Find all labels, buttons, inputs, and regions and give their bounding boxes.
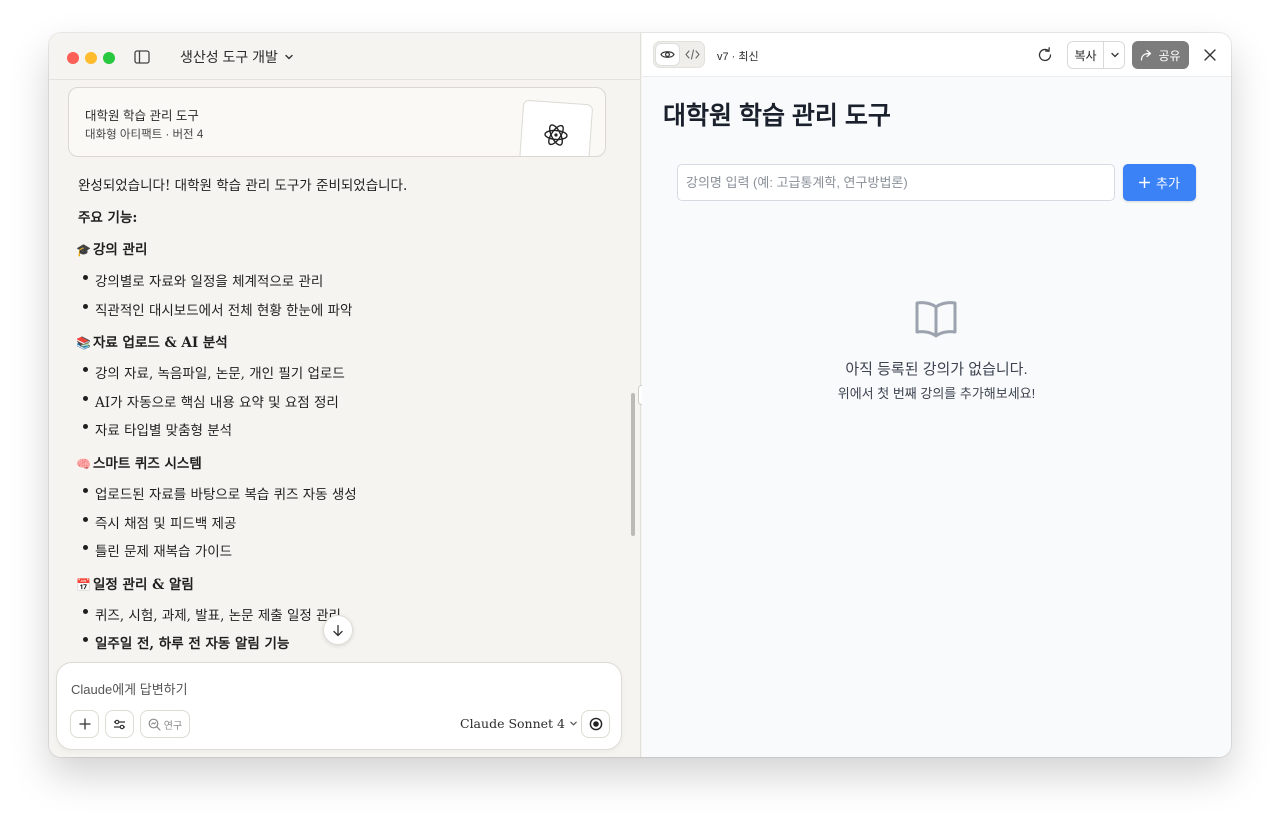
page-title: 대학원 학습 관리 도구: [663, 102, 891, 130]
assistant-message: 완성되었습니다! 대학원 학습 관리 도구가 준비되었습니다. 주요 기능: 🎓…: [49, 161, 641, 653]
copy-options-button[interactable]: [1104, 42, 1125, 68]
calendar-icon: 📅: [76, 578, 91, 592]
list-item: 틀린 문제 재복습 가이드: [95, 544, 233, 560]
chevron-down-icon: [570, 721, 577, 726]
list-item: AI가 자동으로 핵심 내용 요약 및 요점 정리: [95, 395, 339, 411]
artifact-thumbnail: [518, 99, 594, 156]
list-item: 퀴즈, 시험, 과제, 발표, 논문 제출 일정 관리: [95, 608, 341, 624]
model-name: Claude Sonnet 4: [460, 716, 565, 731]
plus-icon: [78, 718, 91, 730]
artifact-card-subtitle: 대화형 아티팩트 · 버전 4: [85, 129, 204, 141]
message-intro: 완성되었습니다! 대학원 학습 관리 도구가 준비되었습니다.: [78, 178, 408, 194]
code-toggle-button[interactable]: [681, 44, 704, 65]
voice-mode-button[interactable]: [581, 710, 610, 738]
list-item: 업로드된 자료를 바탕으로 복습 퀴즈 자동 생성: [95, 487, 357, 503]
chat-titlebar: 생산성 도구 개발: [49, 33, 641, 80]
minimize-window-button[interactable]: [85, 52, 97, 64]
record-icon: [589, 717, 602, 731]
list-item: 강의별로 자료와 일정을 체계적으로 관리: [95, 274, 324, 290]
sidebar-toggle-icon[interactable]: [134, 50, 150, 64]
course-name-input[interactable]: 강의명 입력 (예: 고급통계학, 연구방법론): [677, 164, 1115, 201]
message-composer[interactable]: Claude에게 답변하기 연구 Claude Sonnet 4: [56, 662, 622, 750]
copy-button-group: 복사: [1067, 41, 1125, 69]
bullet-dot: [83, 396, 88, 401]
list-item: 강의 자료, 녹음파일, 논문, 개인 필기 업로드: [95, 366, 345, 382]
chat-pane: 생산성 도구 개발 대학원 학습 관리 도구 대화형 아티팩트 · 버전 4 완…: [49, 33, 641, 757]
add-course-label: 추가: [1156, 176, 1180, 191]
section-title: 일정 관리 & 알림: [93, 577, 194, 593]
view-toggle: [653, 41, 705, 68]
graduation-cap-icon: 🎓: [76, 243, 91, 257]
bullet-dot: [83, 545, 88, 550]
project-title-menu[interactable]: 생산성 도구 개발: [180, 47, 294, 67]
artifact-card-title: 대학원 학습 관리 도구: [85, 109, 199, 123]
features-heading: 주요 기능:: [78, 210, 138, 226]
arrow-down-icon: [333, 624, 343, 636]
version-selector[interactable]: v7 · 최신: [717, 48, 759, 64]
bullet-dot: [83, 609, 88, 614]
section-heading: 📅 일정 관리 & 알림: [76, 573, 194, 593]
chevron-down-icon: [1110, 52, 1119, 58]
research-label: 연구: [163, 720, 183, 732]
research-button[interactable]: 연구: [140, 710, 190, 738]
list-item: 일주일 전, 하루 전 자동 알림 기능: [95, 636, 290, 652]
close-window-button[interactable]: [67, 52, 79, 64]
tools-button[interactable]: [105, 710, 134, 738]
add-course-button[interactable]: 추가: [1123, 164, 1196, 201]
books-icon: 📚: [76, 336, 91, 350]
empty-state-title: 아직 등록된 강의가 없습니다.: [845, 361, 1028, 378]
section-title: 강의 관리: [93, 242, 148, 258]
refresh-icon[interactable]: [1036, 46, 1054, 64]
section-title: 스마트 퀴즈 시스템: [93, 456, 202, 472]
model-selector[interactable]: Claude Sonnet 4: [460, 716, 578, 731]
empty-state-subtitle: 위에서 첫 번째 강의를 추가해보세요!: [837, 386, 1036, 401]
section-heading: 🎓 강의 관리: [76, 238, 147, 258]
bullet-dot: [83, 488, 88, 493]
bullet-dot: [83, 637, 88, 642]
brain-icon: 🧠: [76, 457, 91, 471]
artifact-toolbar: v7 · 최신 복사 공유: [642, 33, 1231, 77]
section-title: 자료 업로드 & AI 분석: [93, 335, 228, 351]
bullet-dot: [83, 367, 88, 372]
close-icon[interactable]: [1202, 47, 1218, 63]
share-label: 공유: [1158, 48, 1181, 63]
bullet-dot: [83, 275, 88, 280]
project-title: 생산성 도구 개발: [180, 49, 278, 65]
composer-input[interactable]: Claude에게 답변하기: [71, 679, 188, 698]
scroll-to-bottom-button[interactable]: [323, 615, 353, 645]
zoom-window-button[interactable]: [103, 52, 115, 64]
add-attachment-button[interactable]: [70, 710, 99, 738]
artifact-card[interactable]: 대학원 학습 관리 도구 대화형 아티팩트 · 버전 4: [68, 87, 606, 157]
research-search-icon: [148, 718, 161, 731]
share-arrow-icon: [1141, 49, 1152, 61]
list-item: 직관적인 대시보드에서 전체 현황 한눈에 파악: [95, 303, 353, 319]
section-heading: 🧠 스마트 퀴즈 시스템: [76, 452, 202, 472]
code-icon: [685, 49, 700, 60]
eye-icon: [660, 51, 675, 58]
plus-icon: [1139, 177, 1151, 188]
app-window: 생산성 도구 개발 대학원 학습 관리 도구 대화형 아티팩트 · 버전 4 완…: [49, 33, 1231, 757]
section-heading: 📚 자료 업로드 & AI 분석: [76, 331, 228, 351]
chevron-down-icon: [285, 54, 293, 60]
artifact-pane: v7 · 최신 복사 공유 대학원 학습 관리 도구 강의명 입력 (예: 고급…: [642, 33, 1231, 757]
copy-button[interactable]: 복사: [1068, 42, 1104, 68]
bullet-dot: [83, 424, 88, 429]
chat-scrollbar[interactable]: [631, 393, 635, 536]
preview-toggle-button[interactable]: [656, 44, 679, 65]
share-button[interactable]: 공유: [1132, 41, 1189, 69]
list-item: 즉시 채점 및 피드백 제공: [95, 516, 237, 532]
sliders-icon: [114, 719, 125, 729]
open-book-icon: [915, 301, 957, 338]
bullet-dot: [83, 304, 88, 309]
react-atom-icon: [544, 124, 568, 146]
bullet-dot: [83, 517, 88, 522]
list-item: 자료 타입별 맞춤형 분석: [95, 423, 233, 439]
